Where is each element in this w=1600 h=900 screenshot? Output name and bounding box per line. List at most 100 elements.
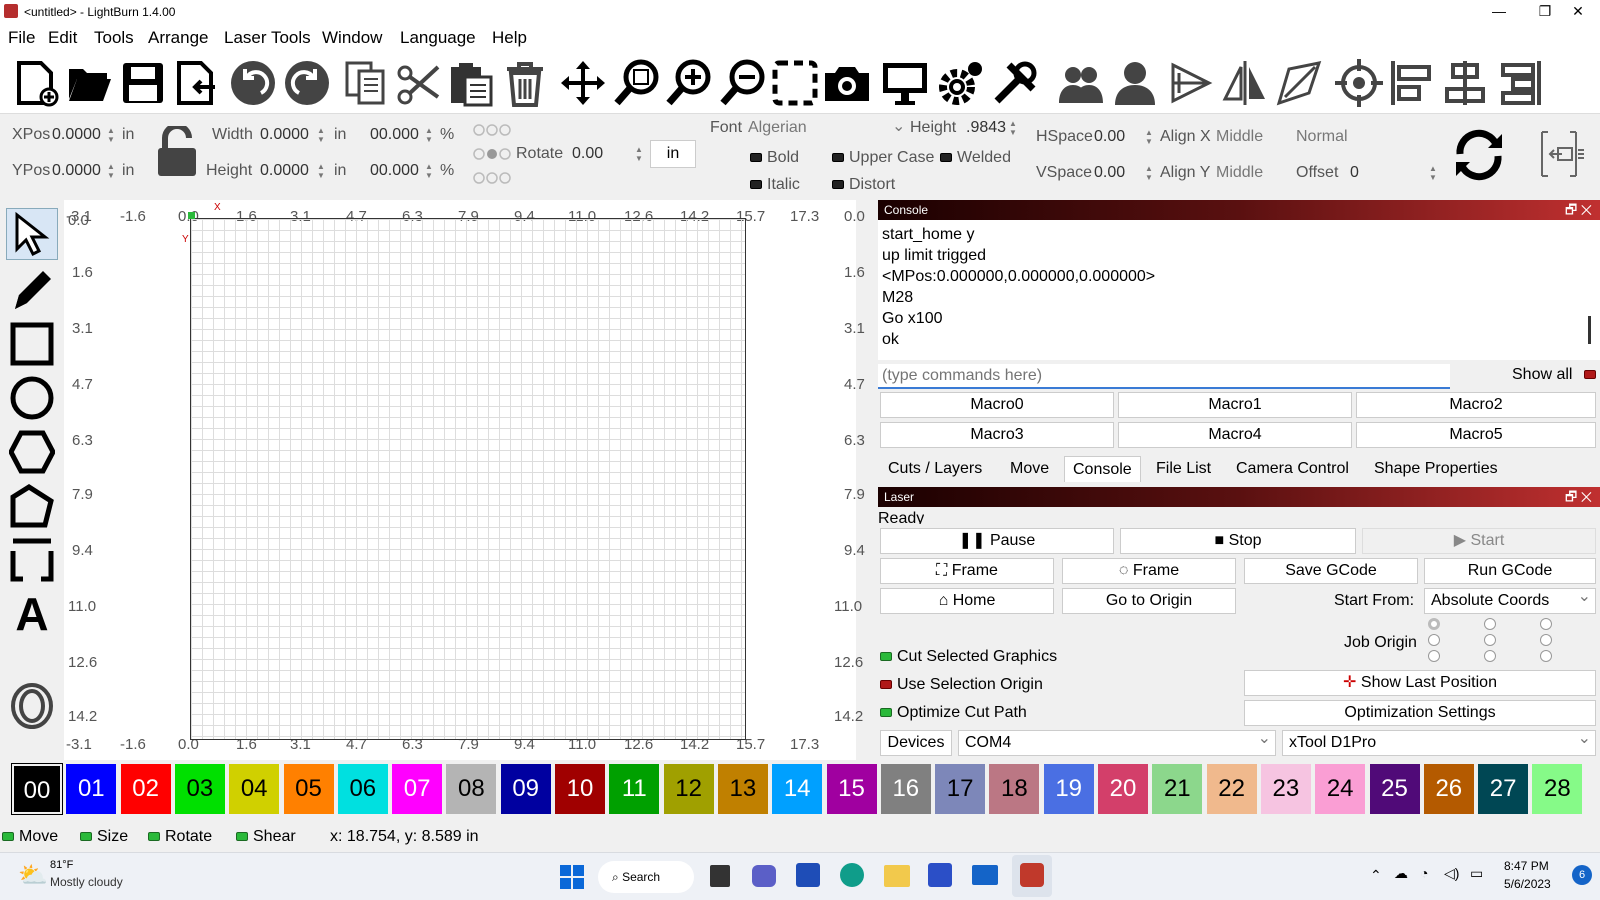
monitor-icon[interactable]: [880, 56, 930, 110]
offset-field[interactable]: 0: [1350, 164, 1359, 182]
run-gcode-button[interactable]: Run GCode: [1424, 558, 1596, 584]
redo-icon[interactable]: [282, 56, 332, 110]
polygon-tool-icon[interactable]: [6, 426, 58, 478]
menu-tools[interactable]: Tools: [94, 28, 134, 48]
cloud-icon[interactable]: ☁: [1394, 865, 1408, 882]
delete-icon[interactable]: [500, 56, 550, 110]
rectangle-tool-icon[interactable]: [6, 318, 58, 370]
align-y-select[interactable]: Middle: [1216, 164, 1288, 182]
macro5-button[interactable]: Macro5: [1356, 422, 1596, 448]
height-spinner-icon[interactable]: ▲ ▼: [316, 162, 326, 180]
zoom-selection-icon[interactable]: [612, 56, 662, 110]
offset-tool-icon[interactable]: [6, 680, 58, 732]
home-button[interactable]: ⌂ Home: [880, 588, 1054, 614]
upper-case-toggle[interactable]: Upper Case: [832, 149, 934, 167]
bold-toggle[interactable]: Bold: [750, 149, 799, 167]
frame-rect-button[interactable]: ⛶ Frame: [880, 558, 1054, 584]
palette-swatch-05[interactable]: 05: [283, 764, 334, 814]
user-icon[interactable]: [1110, 56, 1160, 110]
align-left-icon[interactable]: [1388, 56, 1438, 110]
tab-cuts-layers[interactable]: Cuts / Layers: [880, 456, 990, 482]
hspace-spinner-icon[interactable]: ▲ ▼: [1144, 128, 1154, 146]
offset-spinner-icon[interactable]: ▲ ▼: [1428, 164, 1438, 182]
ellipse-tool-icon[interactable]: [6, 372, 58, 424]
menu-language[interactable]: Language: [400, 28, 476, 48]
teams-chat-icon[interactable]: [752, 865, 776, 887]
pen-tool-icon[interactable]: [6, 264, 58, 316]
text-tool-icon[interactable]: A: [6, 588, 58, 640]
edit-nodes-icon[interactable]: [1274, 56, 1324, 110]
pause-button[interactable]: ❚❚ Pause: [880, 528, 1114, 554]
menu-file[interactable]: File: [8, 28, 35, 48]
scale-width-spinner-icon[interactable]: ▲ ▼: [424, 126, 434, 144]
font-select[interactable]: Algerian: [748, 119, 904, 141]
battery-icon[interactable]: ▭: [1470, 865, 1483, 882]
palette-swatch-03[interactable]: 03: [174, 764, 225, 814]
zoom-out-icon[interactable]: [718, 56, 768, 110]
zoom-in-icon[interactable]: [664, 56, 714, 110]
size-toggle[interactable]: Size: [80, 828, 128, 846]
job-origin-radio[interactable]: [1428, 634, 1440, 646]
xpos-spinner-icon[interactable]: ▲ ▼: [106, 126, 116, 144]
job-origin-radio[interactable]: [1540, 634, 1552, 646]
menu-help[interactable]: Help: [492, 28, 527, 48]
align-x-select[interactable]: Middle: [1216, 128, 1288, 146]
font-height-field[interactable]: .9843: [966, 119, 1006, 137]
ypos-field[interactable]: 0.0000: [52, 162, 101, 180]
font-height-spinner-icon[interactable]: ▲ ▼: [1008, 119, 1018, 137]
select-tool-icon[interactable]: [6, 208, 58, 260]
mail-icon[interactable]: [972, 865, 998, 885]
use-selection-origin-toggle[interactable]: Use Selection Origin: [880, 676, 1043, 694]
palette-swatch-22[interactable]: 22: [1206, 764, 1257, 814]
store-icon[interactable]: [796, 863, 820, 887]
palette-swatch-15[interactable]: 15: [826, 764, 877, 814]
laser-float-close-icons[interactable]: 🗗 ✕: [1565, 488, 1592, 510]
palette-swatch-26[interactable]: 26: [1423, 764, 1474, 814]
show-last-position-button[interactable]: ✛ Show Last Position: [1244, 670, 1596, 696]
vspace-field[interactable]: 0.00: [1094, 164, 1125, 182]
palette-swatch-16[interactable]: 16: [880, 764, 931, 814]
palette-swatch-21[interactable]: 21: [1152, 764, 1203, 814]
palette-swatch-14[interactable]: 14: [772, 764, 823, 814]
stop-button[interactable]: ■ Stop: [1120, 528, 1356, 554]
macro4-button[interactable]: Macro4: [1118, 422, 1352, 448]
edge-browser-icon[interactable]: [840, 863, 864, 887]
palette-swatch-00[interactable]: 00: [11, 763, 63, 815]
job-origin-radio[interactable]: [1540, 618, 1552, 630]
port-select[interactable]: COM4: [958, 727, 1276, 756]
job-origin-radio[interactable]: [1484, 650, 1496, 662]
height-field[interactable]: 0.0000: [260, 162, 309, 180]
macro2-button[interactable]: Macro2: [1356, 392, 1596, 418]
palette-swatch-13[interactable]: 13: [717, 764, 768, 814]
job-origin-radio[interactable]: [1484, 618, 1496, 630]
palette-swatch-11[interactable]: 11: [609, 764, 660, 814]
job-origin-radio[interactable]: [1484, 634, 1496, 646]
start-from-select[interactable]: Absolute Coords: [1424, 585, 1596, 614]
palette-swatch-02[interactable]: 02: [120, 764, 171, 814]
distribute-icon[interactable]: [1494, 56, 1544, 110]
import-icon[interactable]: [170, 56, 220, 110]
hspace-field[interactable]: 0.00: [1094, 128, 1125, 146]
align-center-icon[interactable]: [1440, 56, 1490, 110]
position-laser-tool-icon[interactable]: [6, 534, 58, 586]
frame-selection-icon[interactable]: [770, 56, 820, 110]
tab-file-list[interactable]: File List: [1148, 456, 1219, 482]
menu-window[interactable]: Window: [322, 28, 382, 48]
open-folder-icon[interactable]: [64, 56, 114, 110]
windows-start-icon[interactable]: [560, 865, 584, 889]
mirror-icon[interactable]: [1220, 56, 1270, 110]
tab-camera-control[interactable]: Camera Control: [1228, 456, 1357, 482]
palette-swatch-08[interactable]: 08: [446, 764, 497, 814]
lightburn-taskbar-button[interactable]: [1012, 855, 1052, 897]
scale-height-field[interactable]: 00.000: [370, 162, 419, 180]
polyline-tool-icon[interactable]: [6, 480, 58, 532]
palette-swatch-18[interactable]: 18: [989, 764, 1040, 814]
move-toggle[interactable]: Move: [2, 828, 58, 846]
trace-icon[interactable]: [1166, 56, 1216, 110]
palette-swatch-01[interactable]: 01: [66, 764, 117, 814]
palette-swatch-25[interactable]: 25: [1369, 764, 1420, 814]
job-origin-radio[interactable]: [1428, 618, 1440, 630]
shear-toggle[interactable]: Shear: [236, 828, 296, 846]
app-icon[interactable]: [928, 863, 952, 887]
macro1-button[interactable]: Macro1: [1118, 392, 1352, 418]
